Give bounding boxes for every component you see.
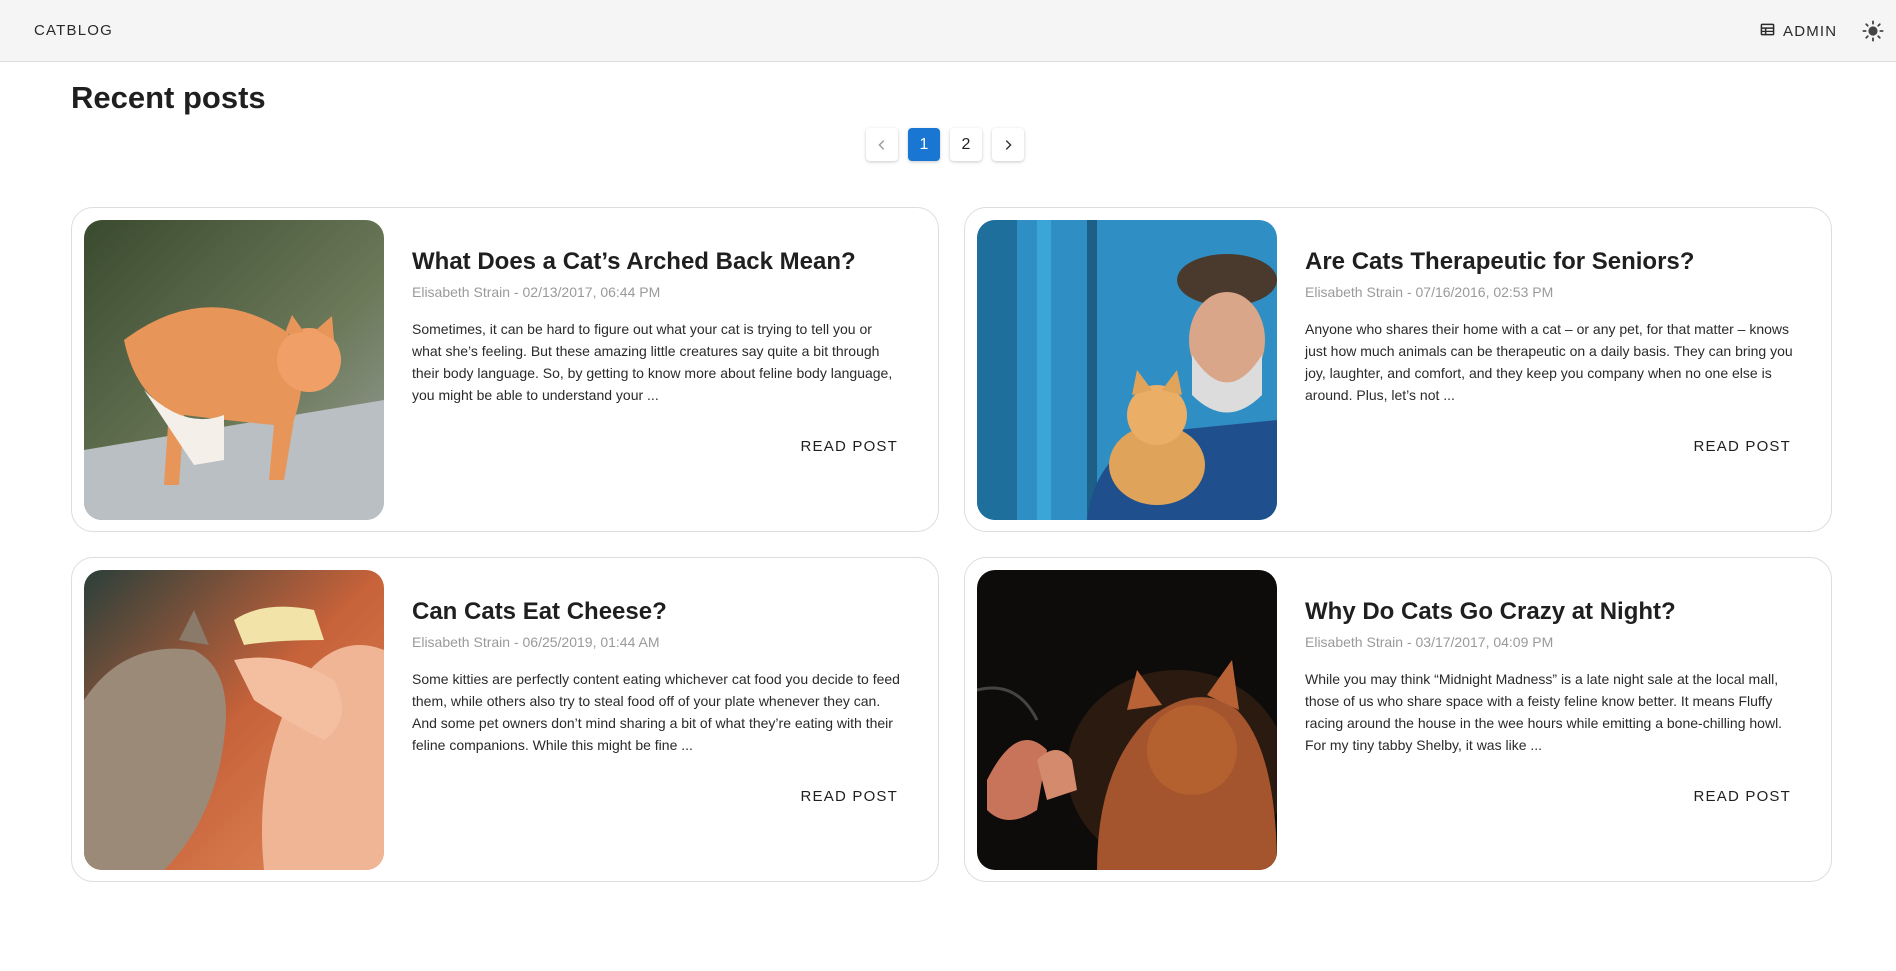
- pagination: 1 2: [866, 128, 1024, 162]
- admin-button[interactable]: ADMIN: [1756, 14, 1840, 48]
- post-meta: Elisabeth Strain - 03/17/2017, 04:09 PM: [1305, 634, 1554, 650]
- chevron-left-icon: [878, 139, 885, 150]
- theme-toggle-button[interactable]: [1860, 18, 1886, 44]
- post-image[interactable]: [84, 220, 384, 520]
- post-excerpt: Sometimes, it can be hard to figure out …: [412, 321, 893, 403]
- post-title[interactable]: Are Cats Therapeutic for Seniors?: [1305, 248, 1805, 276]
- post-title[interactable]: Why Do Cats Go Crazy at Night?: [1305, 598, 1805, 626]
- post-excerpt: Anyone who shares their home with a cat …: [1305, 321, 1793, 403]
- post-image[interactable]: [977, 570, 1277, 870]
- read-post-button[interactable]: READ POST: [801, 788, 898, 805]
- post-image[interactable]: [977, 220, 1277, 520]
- table-icon: [1760, 22, 1775, 41]
- admin-button-label: ADMIN: [1783, 22, 1838, 40]
- pagination-page-1[interactable]: 1: [908, 128, 940, 161]
- post-title[interactable]: Can Cats Eat Cheese?: [412, 598, 912, 626]
- pagination-next-button[interactable]: [992, 128, 1024, 161]
- chevron-right-icon: [1005, 139, 1012, 150]
- post-meta: Elisabeth Strain - 02/13/2017, 06:44 PM: [412, 284, 661, 300]
- post-image[interactable]: [84, 570, 384, 870]
- read-post-button[interactable]: READ POST: [801, 438, 898, 455]
- page-title: Recent posts: [71, 80, 266, 115]
- post-excerpt: Some kitties are perfectly content eatin…: [412, 671, 900, 753]
- post-title[interactable]: What Does a Cat’s Arched Back Mean?: [412, 248, 912, 276]
- post-excerpt: While you may think “Midnight Madness” i…: [1305, 671, 1783, 753]
- post-card: Are Cats Therapeutic for Seniors? Elisab…: [964, 207, 1832, 532]
- sun-icon: [1862, 20, 1884, 42]
- read-post-button[interactable]: READ POST: [1694, 438, 1791, 455]
- read-post-button[interactable]: READ POST: [1694, 788, 1791, 805]
- top-app-bar: CATBLOG ADMIN: [0, 0, 1896, 62]
- post-meta: Elisabeth Strain - 06/25/2019, 01:44 AM: [412, 634, 660, 650]
- post-card: Why Do Cats Go Crazy at Night? Elisabeth…: [964, 557, 1832, 882]
- brand-link[interactable]: CATBLOG: [34, 22, 113, 39]
- post-card: Can Cats Eat Cheese? Elisabeth Strain - …: [71, 557, 939, 882]
- pagination-prev-button[interactable]: [866, 128, 898, 161]
- post-meta: Elisabeth Strain - 07/16/2016, 02:53 PM: [1305, 284, 1554, 300]
- pagination-page-2[interactable]: 2: [950, 128, 982, 161]
- post-card: What Does a Cat’s Arched Back Mean? Elis…: [71, 207, 939, 532]
